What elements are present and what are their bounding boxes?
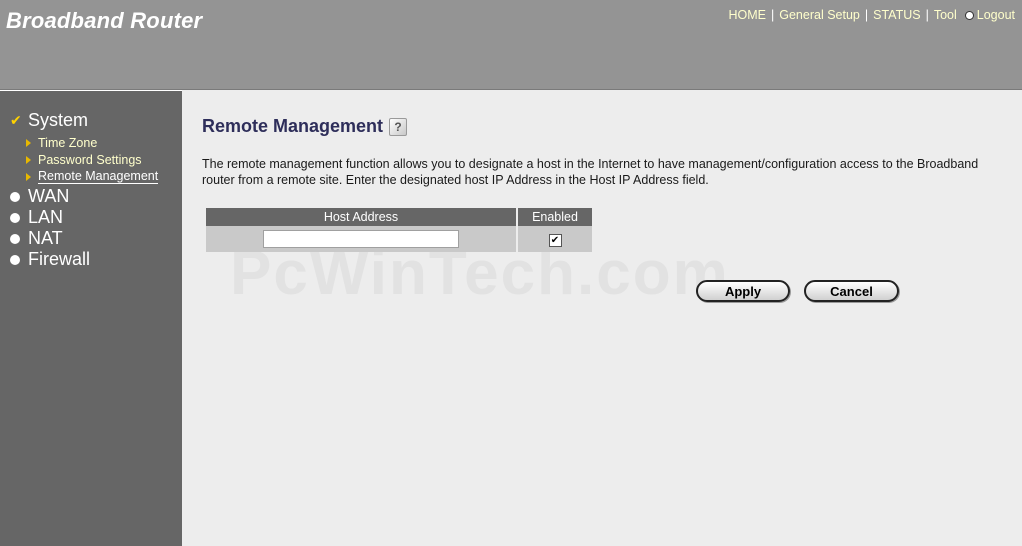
arrow-right-icon	[26, 172, 31, 181]
sidebar-item-firewall[interactable]: Firewall	[10, 249, 90, 270]
column-header-host-address: Host Address	[206, 208, 516, 226]
sidebar-subitem-label: Remote Management	[38, 169, 159, 184]
enabled-checkbox[interactable]: ✔	[548, 234, 562, 247]
nav-general-setup-link[interactable]: General Setup	[775, 8, 864, 22]
host-table: Host Address Enabled ✔	[204, 208, 594, 252]
sidebar-subitem-label: Time Zone	[38, 136, 98, 150]
table-header-row: Host Address Enabled	[206, 208, 592, 226]
nav-home-link[interactable]: HOME	[725, 8, 771, 22]
page-description: The remote management function allows yo…	[202, 157, 979, 187]
sidebar-item-system[interactable]: ✔ System	[10, 110, 88, 131]
sidebar-item-label: WAN	[28, 186, 70, 206]
bullet-icon	[10, 191, 20, 202]
enabled-cell: ✔	[518, 226, 592, 252]
arrow-right-icon	[26, 156, 31, 164]
brand-title: Broadband Router	[6, 8, 203, 33]
help-icon[interactable]: ?	[389, 117, 408, 136]
page-title: Remote Management ?	[202, 116, 408, 137]
arrow-right-icon	[26, 139, 31, 147]
sidebar-item-label: System	[28, 110, 89, 130]
sidebar-item-label: Firewall	[28, 249, 91, 269]
bullet-icon	[10, 212, 20, 223]
sidebar-item-label: NAT	[28, 228, 63, 248]
host-address-input[interactable]	[263, 230, 459, 248]
top-nav: HOME | General Setup | STATUS | Tool Log…	[725, 8, 1020, 22]
nav-logout-link[interactable]: Logout	[977, 8, 1019, 22]
bullet-icon	[10, 233, 20, 244]
sidebar-subitem-label: Password Settings	[38, 153, 142, 167]
sidebar-subitem-remote-management[interactable]: Remote Management	[26, 169, 159, 184]
bullet-icon	[10, 254, 20, 265]
table-row: ✔	[206, 226, 592, 252]
page-title-text: Remote Management	[202, 116, 384, 136]
sidebar-item-nat[interactable]: NAT	[10, 228, 63, 249]
sidebar-subitem-time-zone[interactable]: Time Zone	[26, 136, 97, 150]
sidebar: ✔ System Time Zone Password Settings Rem…	[0, 90, 182, 546]
sidebar-item-lan[interactable]: LAN	[10, 207, 63, 228]
nav-status-link[interactable]: STATUS	[869, 8, 924, 22]
main-content: PcWinTech.com Remote Management ? The re…	[182, 90, 1022, 546]
column-header-enabled: Enabled	[518, 208, 592, 226]
sidebar-item-wan[interactable]: WAN	[10, 186, 69, 207]
checkmark-icon: ✔	[10, 112, 22, 128]
cancel-button[interactable]: Cancel	[804, 280, 899, 302]
apply-button[interactable]: Apply	[696, 280, 790, 302]
nav-tool-link[interactable]: Tool	[930, 8, 961, 22]
logout-bullet-icon	[964, 10, 974, 20]
sidebar-item-label: LAN	[28, 207, 64, 227]
sidebar-subitem-password-settings[interactable]: Password Settings	[26, 153, 142, 167]
router-page: Broadband Router HOME | General Setup | …	[0, 0, 1022, 546]
host-address-cell	[206, 226, 516, 252]
header-bar: Broadband Router HOME | General Setup | …	[0, 0, 1022, 90]
